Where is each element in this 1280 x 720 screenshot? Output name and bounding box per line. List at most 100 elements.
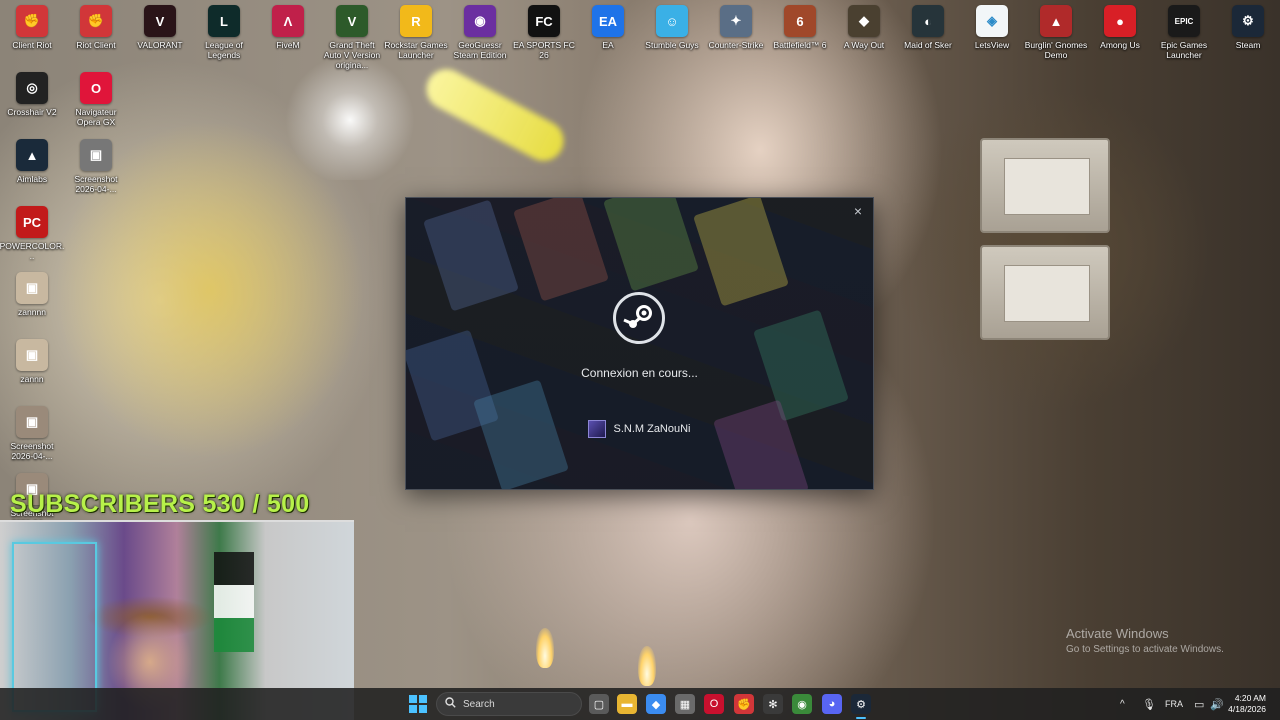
desktop-shortcut[interactable]: ✊ Riot Client bbox=[64, 5, 128, 50]
desktop-shortcut-label: EA SPORTS FC 26 bbox=[513, 40, 575, 60]
microphone-icon[interactable]: 🎙 bbox=[1142, 698, 1156, 711]
desktop-shortcut-label: VALORANT bbox=[137, 40, 183, 50]
desktop-shortcut[interactable]: O Navigateur Opera GX bbox=[64, 72, 128, 127]
desktop-shortcut[interactable]: ▲ Aimlabs bbox=[0, 139, 64, 184]
close-icon[interactable]: × bbox=[849, 202, 867, 220]
chrome-icon[interactable]: ◉ bbox=[792, 694, 812, 714]
desktop-shortcut[interactable]: ✊ Client Riot bbox=[0, 5, 64, 50]
chevron-up-icon[interactable]: ^ bbox=[1120, 699, 1125, 710]
discord-icon[interactable]: ◕ bbox=[822, 694, 842, 714]
desktop-shortcut[interactable]: EA EA bbox=[576, 5, 640, 50]
copilot-icon[interactable]: ◆ bbox=[646, 694, 666, 714]
clock-time: 4:20 AM bbox=[1234, 693, 1266, 703]
start-button[interactable] bbox=[409, 695, 427, 713]
riot-client-taskbar-icon[interactable]: ✊ bbox=[734, 694, 754, 714]
desktop-shortcut-label: Client Riot bbox=[12, 40, 52, 50]
powercolor-icon: PC bbox=[16, 206, 48, 238]
image-thumbnail-icon: ▣ bbox=[16, 339, 48, 371]
image-thumbnail-icon: ▣ bbox=[16, 272, 48, 304]
library-tile bbox=[423, 199, 519, 312]
steam-logo-icon bbox=[613, 292, 665, 344]
activate-subtitle: Go to Settings to activate Windows. bbox=[1066, 644, 1224, 655]
desktop-shortcut[interactable]: R Rockstar Games Launcher bbox=[384, 5, 448, 60]
desktop-shortcut[interactable]: ● Among Us bbox=[1088, 5, 1152, 50]
search-icon bbox=[445, 697, 456, 711]
desktop-shortcut[interactable]: ◈ LetsView bbox=[960, 5, 1024, 50]
desktop-shortcut-label: Battlefield™ 6 bbox=[773, 40, 827, 50]
desktop-shortcut-label: GeoGuessr Steam Edition bbox=[453, 40, 507, 60]
desktop-shortcut-label: Maid of Sker bbox=[904, 40, 952, 50]
desktop-shortcut-label: FiveM bbox=[276, 40, 300, 50]
desktop-shortcut[interactable]: EPIC Epic Games Launcher bbox=[1152, 5, 1216, 60]
desktop-shortcut[interactable]: ◉ GeoGuessr Steam Edition bbox=[448, 5, 512, 60]
desktop-shortcut-label: Epic Games Launcher bbox=[1160, 40, 1208, 60]
desktop-shortcut[interactable]: ▲ Burglin' Gnomes Demo bbox=[1024, 5, 1088, 60]
fivem-icon: Λ bbox=[272, 5, 304, 37]
steam-login-dialog: × Connexion en cours... S.N.M ZaNouNi bbox=[405, 197, 874, 490]
desktop-shortcut-label: Crosshair V2 bbox=[7, 107, 57, 117]
desktop-shortcut-label: Screenshot 2026-04-... bbox=[10, 441, 54, 461]
opera-gx-taskbar-icon[interactable]: O bbox=[704, 694, 724, 714]
connection-status: Connexion en cours... bbox=[581, 366, 698, 380]
maid-of-sker-icon: ◐ bbox=[912, 5, 944, 37]
desktop-shortcut[interactable]: ☺ Stumble Guys bbox=[640, 5, 704, 50]
desktop-shortcut[interactable]: ▣ zannnn bbox=[0, 272, 64, 317]
desktop-shortcut[interactable]: FC EA SPORTS FC 26 bbox=[512, 5, 576, 60]
counter-strike-icon: ✦ bbox=[720, 5, 752, 37]
steam-taskbar-icon[interactable]: ⚙ bbox=[851, 694, 871, 719]
desktop-shortcut-label: Stumble Guys bbox=[645, 40, 699, 50]
chatgpt-icon[interactable]: ✻ bbox=[763, 694, 783, 714]
desktop-shortcut-label: Screenshot 2026-04-... bbox=[74, 174, 118, 194]
rockstar-icon: R bbox=[400, 5, 432, 37]
desktop-shortcut[interactable]: PC POWERCOLOR... bbox=[0, 206, 64, 261]
desktop-shortcut-label: Grand Theft Auto V Version origina... bbox=[323, 40, 381, 70]
language-indicator[interactable]: FRA bbox=[1165, 699, 1183, 709]
account-row: S.N.M ZaNouNi bbox=[406, 420, 873, 438]
gta-v-icon: V bbox=[336, 5, 368, 37]
opera-gx-icon: O bbox=[80, 72, 112, 104]
desktop-shortcut-label: Rockstar Games Launcher bbox=[384, 40, 448, 60]
desktop-shortcut[interactable]: ⚙ Steam bbox=[1216, 5, 1280, 50]
file-explorer-icon[interactable]: ▬ bbox=[617, 694, 637, 714]
subscribers-counter: SUBSCRIBERS 530 / 500 bbox=[10, 490, 310, 518]
desktop-shortcut[interactable]: ◎ Crosshair V2 bbox=[0, 72, 64, 117]
desktop-shortcut[interactable]: ▣ Screenshot 2026-04-... bbox=[0, 406, 64, 461]
desktop-shortcut[interactable]: ◐ Maid of Sker bbox=[896, 5, 960, 50]
desktop-shortcut[interactable]: L League of Legends bbox=[192, 5, 256, 60]
wallpaper-switch-plate bbox=[980, 245, 1110, 340]
desktop-shortcut[interactable]: 6 Battlefield™ 6 bbox=[768, 5, 832, 50]
library-tile bbox=[603, 198, 699, 292]
desktop-shortcut-label: Aimlabs bbox=[16, 174, 48, 184]
desktop-shortcut[interactable]: V Grand Theft Auto V Version origina... bbox=[320, 5, 384, 70]
volume-icon[interactable]: 🔊 bbox=[1210, 698, 1224, 711]
wallpaper-switch-plate bbox=[980, 138, 1110, 233]
desktop-shortcut-label: League of Legends bbox=[205, 40, 243, 60]
clock-date: 4/18/2026 bbox=[1228, 704, 1266, 714]
riot-fist-icon: ✊ bbox=[16, 5, 48, 37]
desktop-shortcut[interactable]: ◆ A Way Out bbox=[832, 5, 896, 50]
epic-games-icon: EPIC bbox=[1168, 5, 1200, 37]
ea-icon: EA bbox=[592, 5, 624, 37]
screenshot-thumbnail-icon: ▣ bbox=[80, 139, 112, 171]
microsoft-store-icon[interactable]: ▦ bbox=[675, 694, 695, 714]
taskbar-search[interactable]: Search bbox=[436, 692, 582, 716]
fc26-icon: FC bbox=[528, 5, 560, 37]
desktop-shortcut[interactable]: ▣ zannn bbox=[0, 339, 64, 384]
battlefield-icon: 6 bbox=[784, 5, 816, 37]
search-placeholder: Search bbox=[463, 698, 495, 710]
desktop-shortcut-label: EA bbox=[602, 40, 614, 50]
webcam-shelf bbox=[12, 542, 97, 712]
account-name: S.N.M ZaNouNi bbox=[613, 423, 691, 435]
clock[interactable]: 4:20 AM 4/18/2026 bbox=[1228, 693, 1266, 715]
desktop-shortcut[interactable]: ▣ Screenshot 2026-04-... bbox=[64, 139, 128, 194]
desktop-shortcut-label: LetsView bbox=[974, 40, 1010, 50]
desktop-shortcut[interactable]: V VALORANT bbox=[128, 5, 192, 50]
task-view-icon[interactable]: ▢ bbox=[589, 694, 609, 714]
display-icon[interactable]: ▭ bbox=[1194, 698, 1204, 711]
desktop-shortcut-label: Navigateur Opera GX bbox=[75, 107, 117, 127]
league-icon: L bbox=[208, 5, 240, 37]
library-tile bbox=[513, 198, 609, 302]
desktop-shortcut[interactable]: Λ FiveM bbox=[256, 5, 320, 50]
desktop-shortcut[interactable]: ✦ Counter-Strike bbox=[704, 5, 768, 50]
taskbar: Search ▢ ▬ ◆ ▦ O ✊ ✻ ◉ ◕ ⚙ ^ 🎙 FRA ▭ 🔊 4:20 AM 4/… bbox=[0, 688, 1280, 720]
